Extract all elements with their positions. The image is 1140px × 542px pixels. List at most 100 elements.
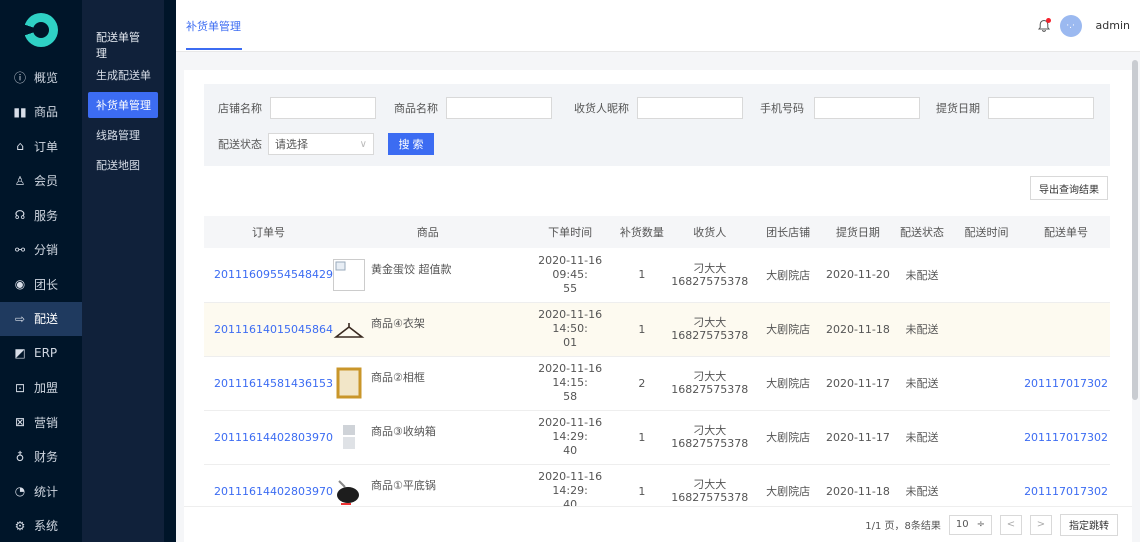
status-select-value: 请选择 bbox=[275, 138, 308, 151]
leader-store: 大剧院店 bbox=[753, 302, 823, 357]
avatar[interactable]: ·.· bbox=[1059, 14, 1082, 37]
receiver: 刁大大 16827575378 bbox=[666, 356, 754, 411]
nav-item-label: 营销 bbox=[34, 415, 59, 430]
nav-item-overview[interactable]: ⓘ 概览 bbox=[0, 60, 82, 95]
username[interactable]: admin bbox=[1096, 19, 1130, 32]
order-number-link[interactable]: 20111609554548429 bbox=[204, 248, 333, 303]
receiver: 刁大大 16827575378 bbox=[666, 302, 754, 357]
system-icon: ⚙ bbox=[14, 518, 26, 533]
order-number-link[interactable]: 20111614015045864 bbox=[204, 302, 333, 357]
delivery-time bbox=[950, 248, 1023, 303]
nav-item-label: 团长 bbox=[34, 277, 59, 292]
delivery-time bbox=[950, 410, 1023, 465]
nav-item-members[interactable]: ♙ 会员 bbox=[0, 164, 82, 199]
store-input[interactable] bbox=[270, 97, 376, 119]
nav-item-label: 加盟 bbox=[34, 381, 59, 396]
bell-icon[interactable] bbox=[1036, 17, 1052, 34]
order-time-line2: 01 bbox=[563, 336, 578, 349]
nav-item-goods[interactable]: ▮▮ 商品 bbox=[0, 95, 82, 130]
order-number-link[interactable]: 20111614402803970 bbox=[204, 410, 333, 465]
app-logo[interactable] bbox=[0, 0, 82, 60]
nav-item-finance[interactable]: ♁ 财务 bbox=[0, 440, 82, 475]
sidebar-divider bbox=[164, 0, 176, 542]
nav2-item-replenish[interactable]: 补货单管理 bbox=[88, 92, 158, 118]
delivery-icon: ⇨ bbox=[14, 311, 26, 326]
delivery-number-link[interactable] bbox=[1022, 248, 1110, 303]
nickname-input[interactable] bbox=[637, 97, 743, 119]
delivery-status: 未配送 bbox=[893, 302, 951, 357]
nav-item-label: 服务 bbox=[34, 208, 59, 223]
nav-item-label: 统计 bbox=[34, 484, 59, 499]
table-row[interactable]: 20111614015045864 商品④衣架 2020-11-16 14:50: 0… bbox=[204, 302, 1110, 357]
nav-item-distribution[interactable]: ⚯ 分销 bbox=[0, 233, 82, 268]
phone-label: 手机号码 bbox=[760, 102, 804, 115]
nav-item-delivery[interactable]: ⇨ 配送 bbox=[0, 301, 82, 336]
column-header: 订单号 bbox=[204, 216, 333, 248]
nav-item-system[interactable]: ⚙ 系统 bbox=[0, 509, 82, 542]
table-row[interactable]: 20111614402803970 商品③收纳箱 2020-11-16 14:29:… bbox=[204, 410, 1110, 465]
filter-panel: 店铺名称 商品名称 收货人昵称 手机号码 提货日期 配送状态 请选择 ∨ 搜 索 bbox=[204, 84, 1110, 166]
goods-input[interactable] bbox=[446, 97, 552, 119]
nav2-item-generate[interactable]: 生成配送单 bbox=[88, 62, 158, 88]
nav2-item-route[interactable]: 线路管理 bbox=[88, 122, 158, 148]
nav-item-stats[interactable]: ◔ 统计 bbox=[0, 474, 82, 509]
leader-icon: ◉ bbox=[14, 277, 26, 292]
nav-item-service[interactable]: ☊ 服务 bbox=[0, 198, 82, 233]
receiver-phone: 16827575378 bbox=[671, 329, 749, 342]
order-time-line1: 2020-11-16 14:29: bbox=[538, 416, 603, 443]
order-number-link[interactable]: 20111614581436153 bbox=[204, 356, 333, 411]
pagination-summary: 1/1 页，8条结果 bbox=[865, 521, 941, 532]
status-select[interactable]: 请选择 ∨ bbox=[268, 133, 374, 155]
goods-name: 商品③收纳箱 bbox=[370, 425, 436, 438]
tab-replenish[interactable]: 补货单管理 bbox=[186, 0, 242, 52]
status-label: 配送状态 bbox=[218, 138, 262, 151]
nav-item-erp[interactable]: ◩ ERP bbox=[0, 336, 82, 371]
service-icon: ☊ bbox=[14, 208, 26, 223]
goods-name: 商品④衣架 bbox=[370, 317, 425, 330]
receiver-name: 刁大大 bbox=[693, 316, 727, 329]
nav-item-label: 商品 bbox=[34, 105, 59, 120]
nav2-item-map[interactable]: 配送地图 bbox=[88, 152, 158, 178]
column-header: 补货数量 bbox=[617, 216, 667, 248]
delivery-time bbox=[950, 356, 1023, 411]
delivery-number-link[interactable]: 201117017302 bbox=[1022, 356, 1110, 411]
order-time-line1: 2020-11-16 14:50: bbox=[538, 308, 603, 335]
receiver-phone: 16827575378 bbox=[671, 491, 749, 504]
column-header: 商品 bbox=[332, 216, 523, 248]
nav2-group-title[interactable]: 配送单管理 bbox=[82, 31, 164, 60]
delivery-number-link[interactable]: 201117017302 bbox=[1022, 410, 1110, 465]
marketing-icon: ⊠ bbox=[14, 415, 26, 430]
goods-name: 黄金蛋饺 超值款 bbox=[370, 262, 452, 276]
receiver-phone: 16827575378 bbox=[671, 274, 749, 288]
page-size-select[interactable]: 10 ÷ bbox=[948, 514, 992, 535]
export-button[interactable]: 导出查询结果 bbox=[1030, 176, 1108, 200]
nickname-label: 收货人昵称 bbox=[574, 102, 629, 115]
vertical-scrollbar[interactable] bbox=[1132, 60, 1138, 400]
table-row[interactable]: 20111609554548429 黄金蛋饺 超值款 2020-11-16 09:4… bbox=[204, 248, 1110, 303]
nav-item-orders[interactable]: ⌂ 订单 bbox=[0, 129, 82, 164]
pickup-date-input[interactable] bbox=[988, 97, 1094, 119]
broken-image-thumbnail-icon bbox=[332, 258, 365, 291]
phone-input[interactable] bbox=[814, 97, 920, 119]
nav-item-label: 财务 bbox=[34, 450, 59, 465]
delivery-status: 未配送 bbox=[893, 248, 951, 303]
chevron-down-icon: ∨ bbox=[359, 138, 367, 150]
prev-page-button[interactable]: < bbox=[1000, 514, 1022, 535]
next-page-button[interactable]: > bbox=[1030, 514, 1052, 535]
leader-store: 大剧院店 bbox=[753, 248, 823, 303]
delivery-status: 未配送 bbox=[893, 410, 951, 465]
nav-item-leader[interactable]: ◉ 团长 bbox=[0, 267, 82, 302]
nav-item-label: 系统 bbox=[34, 519, 59, 534]
page-size-arrow-icon: ÷ bbox=[976, 519, 985, 530]
receiver-name: 刁大大 bbox=[693, 261, 727, 275]
stats-icon: ◔ bbox=[14, 484, 26, 499]
delivery-time bbox=[950, 302, 1023, 357]
jump-page-button[interactable]: 指定跳转 bbox=[1060, 513, 1118, 536]
receiver-name: 刁大大 bbox=[693, 478, 727, 491]
search-button[interactable]: 搜 索 bbox=[388, 133, 434, 155]
nav-item-marketing[interactable]: ⊠ 营销 bbox=[0, 405, 82, 440]
delivery-number-link[interactable] bbox=[1022, 302, 1110, 357]
pickup-date: 2020-11-18 bbox=[822, 302, 894, 357]
table-row[interactable]: 20111614581436153 商品②相框 2020-11-16 14:15: 5… bbox=[204, 356, 1110, 411]
nav-item-franchise[interactable]: ⊡ 加盟 bbox=[0, 371, 82, 406]
